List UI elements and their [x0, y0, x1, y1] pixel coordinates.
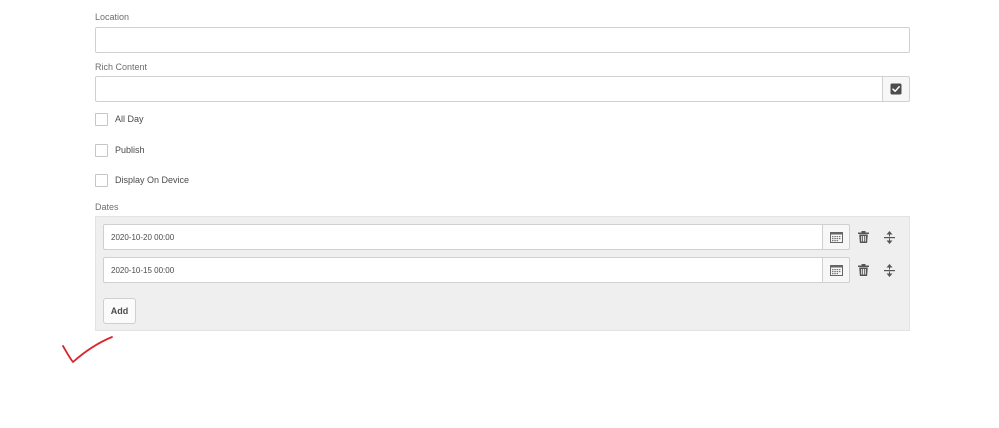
location-input[interactable] [95, 27, 910, 53]
datepicker [103, 257, 850, 283]
date-row [103, 224, 909, 250]
check-square-icon [890, 83, 902, 95]
date-input[interactable] [103, 224, 822, 250]
reorder-date-handle[interactable] [876, 224, 902, 250]
delete-date-button[interactable] [850, 224, 876, 250]
all-day-label: All Day [115, 114, 144, 124]
red-checkmark-annotation-icon [62, 336, 113, 363]
calendar-icon [829, 232, 843, 243]
display-on-device-label: Display On Device [115, 175, 190, 185]
date-row [103, 257, 909, 283]
rich-content-input[interactable] [95, 76, 882, 102]
calendar-icon [829, 265, 843, 276]
delete-date-button[interactable] [850, 257, 876, 283]
rich-content-field [95, 76, 910, 102]
all-day-checkbox[interactable] [95, 112, 108, 126]
rich-content-label: Rich Content [95, 62, 148, 72]
dates-multifield: Add [95, 216, 910, 331]
datepicker [103, 224, 850, 250]
location-label: Location [95, 12, 130, 22]
move-vertical-icon [883, 263, 895, 277]
calendar-button[interactable] [822, 224, 850, 250]
publish-checkbox[interactable] [95, 143, 108, 157]
display-on-device-checkbox[interactable] [95, 173, 108, 187]
event-form: Location Rich Content All Day Publish Di… [0, 0, 999, 428]
date-input[interactable] [103, 257, 822, 283]
calendar-button[interactable] [822, 257, 850, 283]
dates-label: Dates [95, 202, 119, 212]
reorder-date-handle[interactable] [876, 257, 902, 283]
add-date-button[interactable]: Add [103, 298, 136, 324]
move-vertical-icon [883, 230, 895, 244]
display-on-device-checkbox-row[interactable]: Display On Device [95, 173, 189, 187]
trash-icon [857, 264, 869, 276]
publish-label: Publish [115, 145, 145, 155]
publish-checkbox-row[interactable]: Publish [95, 143, 145, 157]
all-day-checkbox-row[interactable]: All Day [95, 112, 144, 126]
rich-content-editor-button[interactable] [882, 76, 910, 102]
trash-icon [857, 231, 869, 243]
